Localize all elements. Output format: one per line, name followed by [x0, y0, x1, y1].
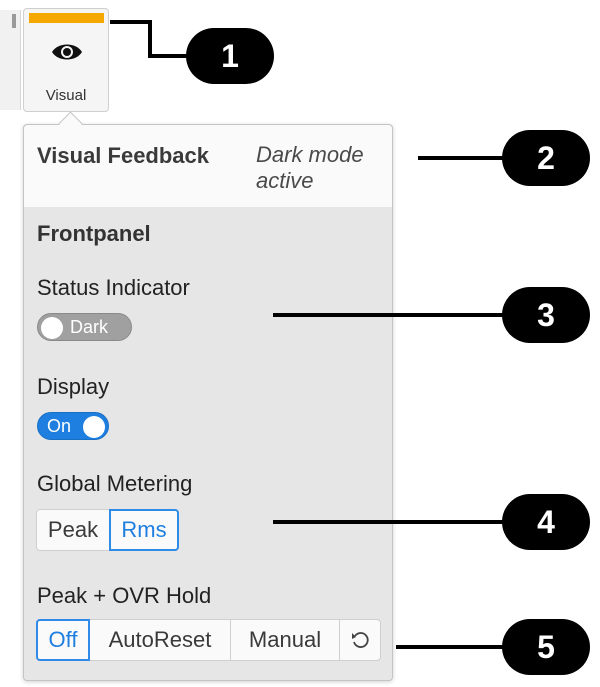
reset-hold-button[interactable] — [339, 619, 381, 661]
toggle-knob — [41, 317, 63, 339]
tab-edge-marker — [12, 14, 16, 28]
callout-badge-5: 5 — [502, 619, 590, 675]
display-toggle[interactable]: On — [37, 412, 109, 440]
global-metering-segmented-control: Peak Rms — [36, 509, 179, 551]
popover-subtitle: Dark mode active — [256, 142, 364, 193]
metering-option-rms[interactable]: Rms — [109, 509, 179, 551]
callout-1-line — [148, 54, 188, 58]
hold-option-manual[interactable]: Manual — [230, 619, 340, 661]
tab-visual-label: Visual — [45, 87, 87, 104]
callout-4-line — [273, 520, 508, 524]
callout-1-line — [110, 20, 152, 24]
tab-visual[interactable]: Visual — [23, 8, 109, 112]
peak-ovr-hold-label: Peak + OVR Hold — [37, 583, 212, 608]
callout-5-line — [396, 645, 508, 649]
callout-1-line — [148, 20, 152, 58]
status-indicator-toggle[interactable]: Dark — [37, 313, 132, 341]
popover-header: Visual Feedback Dark mode active — [24, 125, 392, 207]
global-metering-label: Global Metering — [37, 471, 193, 496]
section-heading-frontpanel: Frontpanel — [37, 221, 151, 246]
adjacent-tab[interactable] — [0, 10, 21, 110]
callout-badge-2: 2 — [502, 130, 590, 186]
peak-ovr-hold-segmented-control: Off AutoReset Manual — [36, 619, 381, 661]
toggle-knob — [83, 416, 105, 438]
hold-option-off[interactable]: Off — [36, 619, 90, 661]
visual-feedback-popover: Visual Feedback Dark mode active Frontpa… — [23, 124, 393, 681]
callout-3-line — [273, 313, 508, 317]
display-label: Display — [37, 374, 110, 399]
status-indicator-label: Status Indicator — [37, 275, 190, 300]
status-indicator-toggle-label: Dark — [70, 317, 109, 337]
reset-icon — [352, 632, 369, 648]
metering-option-peak[interactable]: Peak — [36, 509, 110, 551]
hold-option-autoreset[interactable]: AutoReset — [89, 619, 231, 661]
callout-badge-3: 3 — [502, 287, 590, 343]
eye-icon — [52, 44, 82, 60]
callout-2-line — [418, 156, 508, 160]
callout-badge-1: 1 — [186, 28, 274, 84]
popover-title: Visual Feedback — [37, 143, 210, 168]
tab-accent-bar — [29, 13, 104, 23]
display-toggle-label: On — [47, 416, 72, 436]
callout-badge-4: 4 — [502, 494, 590, 550]
